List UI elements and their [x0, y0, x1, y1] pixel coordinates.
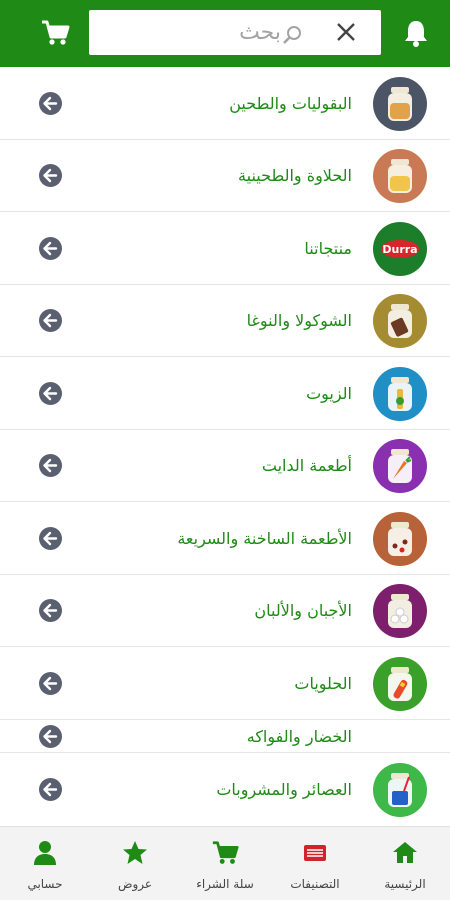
nav-cart-label: سلة الشراء	[196, 877, 254, 891]
bell-icon[interactable]	[402, 18, 430, 48]
nav-categories[interactable]: التصنيفات	[270, 827, 360, 901]
home-icon	[391, 839, 419, 867]
nav-cart[interactable]: سلة الشراء	[180, 827, 270, 901]
juice-jar-icon	[373, 763, 427, 817]
bottom-nav: الرئيسية التصنيفات سلة الشراء عروض حسابي	[0, 826, 450, 900]
category-row[interactable]: أطعمة الدايت	[0, 430, 450, 502]
hot-food-jar-icon	[373, 512, 427, 566]
star-icon	[121, 839, 149, 867]
category-row[interactable]: الحلويات	[0, 647, 450, 720]
arrow-left-icon[interactable]	[39, 599, 62, 622]
arrow-left-icon[interactable]	[39, 454, 62, 477]
nav-offers-label: عروض	[117, 877, 153, 891]
category-label: البقوليات والطحين	[229, 93, 352, 113]
category-row[interactable]: الشوكولا والنوغا	[0, 285, 450, 357]
category-row[interactable]: الزيوت	[0, 357, 450, 430]
search-input[interactable]	[209, 18, 281, 46]
category-label: الأجبان والألبان	[254, 601, 352, 620]
search-icon	[281, 25, 303, 47]
category-label: منتجاتنا	[304, 238, 352, 258]
halva-jar-icon	[373, 149, 427, 203]
category-label: الخضار والفواكه	[246, 726, 352, 746]
arrow-left-icon[interactable]	[39, 164, 62, 187]
arrow-left-icon[interactable]	[39, 237, 62, 260]
close-icon[interactable]	[336, 22, 356, 42]
category-label: الشوكولا والنوغا	[246, 311, 352, 330]
search-bar	[89, 10, 381, 55]
category-list: البقوليات والطحين الحلاوة والطحينية منتج…	[0, 67, 450, 826]
category-row[interactable]: الأطعمة الساخنة والسريعة	[0, 502, 450, 575]
nav-offers[interactable]: عروض	[90, 827, 180, 901]
category-label: العصائر والمشروبات	[216, 780, 352, 799]
cart-icon[interactable]	[40, 18, 70, 48]
nav-categories-label: التصنيفات	[290, 877, 340, 891]
dairy-jar-icon	[373, 584, 427, 638]
category-row[interactable]: البقوليات والطحين	[0, 67, 450, 140]
sweets-jar-icon	[373, 657, 427, 711]
arrow-left-icon[interactable]	[39, 382, 62, 405]
category-row[interactable]: الحلاوة والطحينية	[0, 140, 450, 212]
user-icon	[31, 839, 59, 867]
category-label: الزيوت	[306, 383, 352, 403]
arrow-left-icon[interactable]	[39, 309, 62, 332]
diet-jar-icon	[373, 439, 427, 493]
cart-icon	[211, 839, 239, 867]
category-row[interactable]: العصائر والمشروبات	[0, 753, 450, 826]
category-label: الأطعمة الساخنة والسريعة	[177, 528, 352, 548]
category-row[interactable]: الخضار والفواكه	[0, 720, 450, 753]
category-row[interactable]: الأجبان والألبان	[0, 575, 450, 647]
arrow-left-icon[interactable]	[39, 672, 62, 695]
category-label: أطعمة الدايت	[261, 456, 352, 475]
chocolate-jar-icon	[373, 294, 427, 348]
legumes-jar-icon	[373, 77, 427, 131]
category-label: الحلاوة والطحينية	[238, 166, 352, 185]
oil-jar-icon	[373, 367, 427, 421]
category-row[interactable]: منتجاتنا Durra	[0, 212, 450, 285]
arrow-left-icon[interactable]	[39, 527, 62, 550]
durra-logo: Durra	[373, 222, 427, 276]
arrow-left-icon[interactable]	[39, 778, 62, 801]
nav-account[interactable]: حسابي	[0, 827, 90, 901]
arrow-left-icon[interactable]	[39, 92, 62, 115]
arrow-left-icon[interactable]	[39, 725, 62, 748]
categories-icon	[301, 839, 329, 867]
durra-logo-text: Durra	[382, 243, 417, 256]
top-bar	[0, 0, 450, 67]
nav-home[interactable]: الرئيسية	[360, 827, 450, 901]
category-label: الحلويات	[294, 673, 352, 693]
nav-home-label: الرئيسية	[384, 877, 426, 891]
nav-account-label: حسابي	[27, 877, 63, 891]
